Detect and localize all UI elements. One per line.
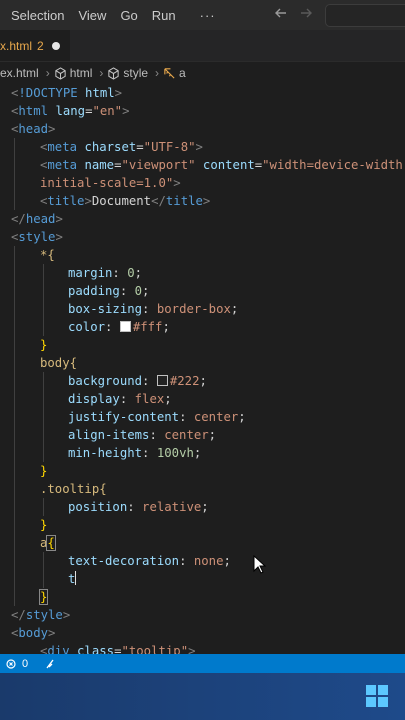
windows-start-icon[interactable] xyxy=(366,685,388,707)
indent-guide xyxy=(43,552,44,588)
forward-arrow-icon[interactable] xyxy=(299,6,313,24)
tab-problem-count: 2 xyxy=(37,38,44,53)
breadcrumb: ex.html › html › style › a xyxy=(0,62,405,84)
code-line: position: relative; xyxy=(68,500,209,514)
breadcrumb-file[interactable]: ex.html xyxy=(0,66,39,80)
code-line: margin: 0; xyxy=(68,266,143,280)
problems-indicator[interactable]: 0 xyxy=(6,658,28,670)
menu-more-icon[interactable]: ··· xyxy=(200,6,216,25)
code-line: *{ xyxy=(40,248,55,262)
code-line: <meta name="viewport" content="width=dev… xyxy=(40,158,405,172)
unsaved-dot-icon[interactable] xyxy=(51,41,60,50)
code-line: display: flex; xyxy=(68,392,172,406)
cube-icon xyxy=(55,66,66,80)
code-line: } xyxy=(40,518,48,532)
code-line: <!DOCTYPE html> xyxy=(11,86,123,100)
mouse-pointer-icon xyxy=(253,555,267,574)
menu-run[interactable]: Run xyxy=(152,6,176,25)
tab-bar: x.html 2 xyxy=(0,30,405,62)
menu-view[interactable]: View xyxy=(78,6,106,25)
code-line: <div class="tooltip"> xyxy=(40,644,196,654)
back-arrow-icon[interactable] xyxy=(274,6,288,24)
indent-guide xyxy=(14,246,15,606)
color-swatch-white[interactable] xyxy=(119,321,131,332)
code-line: color: #fff; xyxy=(68,320,170,334)
code-line: .tooltip{ xyxy=(40,482,107,496)
indent-guide xyxy=(43,498,44,516)
breadcrumb-item-a[interactable]: a xyxy=(163,66,186,80)
menu-go[interactable]: Go xyxy=(120,6,137,25)
code-line: } xyxy=(40,338,48,352)
code-line: <title>Document</title> xyxy=(40,194,211,208)
code-line: </style> xyxy=(11,608,71,622)
code-line: background: #222; xyxy=(68,374,207,388)
code-line: <body> xyxy=(11,626,56,640)
command-center-search[interactable] xyxy=(325,4,405,27)
code-line-active: t xyxy=(68,571,77,586)
code-line: <head> xyxy=(11,122,56,136)
chevron-right-icon: › xyxy=(45,66,50,80)
os-taskbar xyxy=(0,673,405,720)
code-line: initial-scale=1.0"> xyxy=(40,176,181,190)
error-icon xyxy=(6,658,16,669)
breadcrumb-item-style[interactable]: style xyxy=(107,66,148,80)
code-line: } xyxy=(40,464,48,478)
code-line: align-items: center; xyxy=(68,428,217,442)
menu-selection[interactable]: Selection xyxy=(11,6,64,25)
chevron-right-icon: › xyxy=(155,66,160,80)
indent-guide xyxy=(14,138,15,210)
chevron-right-icon: › xyxy=(99,66,104,80)
code-line: min-height: 100vh; xyxy=(68,446,202,460)
code-line: justify-content: center; xyxy=(68,410,246,424)
code-line: } xyxy=(38,589,49,605)
code-line: <meta charset="UTF-8"> xyxy=(40,140,203,154)
code-line: padding: 0; xyxy=(68,284,150,298)
code-editor[interactable]: <!DOCTYPE html> <html lang="en"> <head> … xyxy=(0,84,405,654)
error-count: 0 xyxy=(22,657,29,670)
text-cursor xyxy=(75,571,77,585)
indent-guide xyxy=(43,264,44,336)
menu-bar: Selection View Go Run ··· xyxy=(0,0,405,30)
code-line: text-decoration: none; xyxy=(68,554,231,568)
code-line: <style> xyxy=(11,230,63,244)
color-swatch-dark[interactable] xyxy=(156,375,168,386)
symbol-ruler-icon xyxy=(164,67,175,79)
breadcrumb-item-html[interactable]: html xyxy=(54,66,92,80)
tab-filename: x.html xyxy=(0,38,33,53)
indent-guide xyxy=(43,372,44,462)
status-bar: 0 xyxy=(0,654,405,673)
code-line: a{ xyxy=(40,535,56,551)
code-line: box-sizing: border-box; xyxy=(68,302,239,316)
live-share-icon[interactable] xyxy=(44,658,56,670)
cube-icon xyxy=(108,66,120,80)
code-line: body{ xyxy=(40,356,78,370)
tab-editor-file[interactable]: x.html 2 xyxy=(0,30,70,61)
code-line: <html lang="en"> xyxy=(11,104,130,118)
code-line: </head> xyxy=(11,212,63,226)
